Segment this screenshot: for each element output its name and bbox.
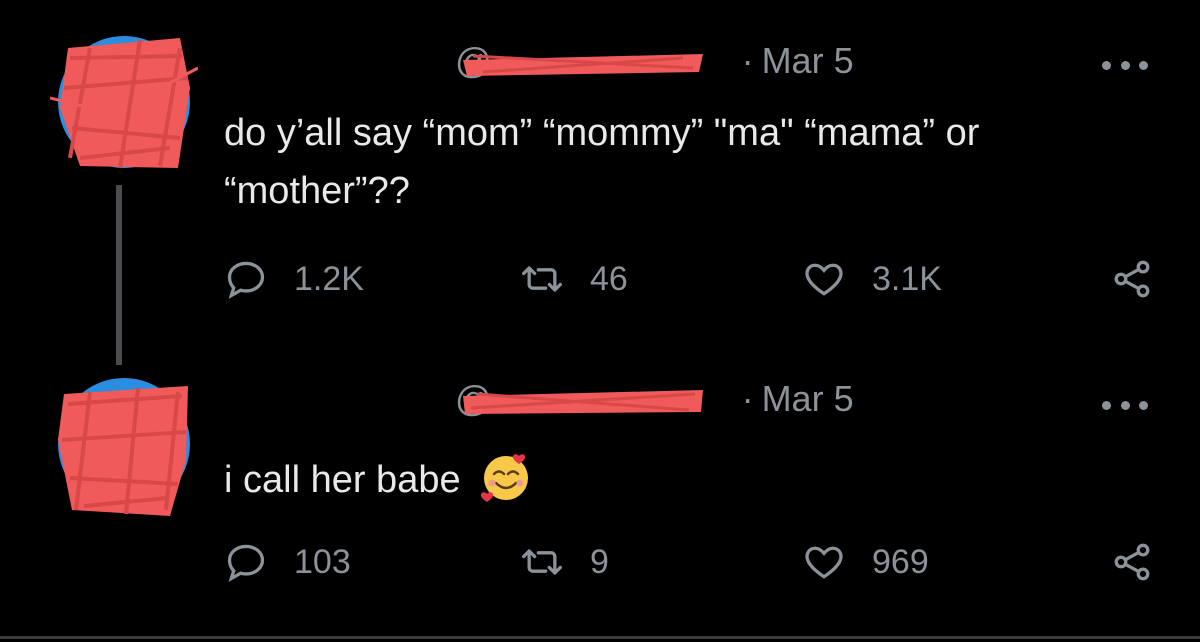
more-icon[interactable] <box>1102 55 1148 75</box>
like-button[interactable]: 969 <box>802 540 929 584</box>
like-icon <box>805 263 843 296</box>
retweet-count: 9 <box>590 542 609 581</box>
share-button[interactable] <box>1110 257 1154 301</box>
avatar[interactable] <box>50 28 198 176</box>
more-icon[interactable] <box>1102 395 1148 415</box>
retweet-count: 46 <box>590 259 628 298</box>
handle-redaction <box>463 390 703 414</box>
smiling-face-with-hearts-icon <box>481 454 529 502</box>
avatar[interactable] <box>50 370 198 518</box>
retweet-button[interactable]: 46 <box>520 257 628 301</box>
retweet-button[interactable]: 9 <box>520 540 609 584</box>
reply-count: 103 <box>294 542 351 581</box>
tweet-text: do y’all say “mom” “mommy” "ma" “mama” o… <box>224 112 980 212</box>
retweet-icon <box>522 549 562 575</box>
share-button[interactable] <box>1110 540 1154 584</box>
like-icon <box>805 546 843 579</box>
handle-redaction <box>463 54 703 76</box>
tweet-date[interactable]: Mar 5 <box>762 40 854 81</box>
share-icon <box>1114 543 1150 581</box>
tweet-header: @ · Mar 5 <box>455 40 854 82</box>
like-count: 969 <box>872 542 929 581</box>
tweet-actions: 103 9 969 <box>224 540 1154 590</box>
tweet-header: @ · Mar 5 <box>455 378 854 420</box>
like-count: 3.1K <box>872 259 942 298</box>
tweet-original[interactable]: @ · Mar 5 do y’all say “mom” “mommy” "ma"… <box>0 0 1200 365</box>
reply-icon <box>227 544 265 582</box>
tweet-actions: 1.2K 46 3.1K <box>224 257 1154 307</box>
like-button[interactable]: 3.1K <box>802 257 942 301</box>
share-icon <box>1114 260 1150 298</box>
tweet-text: i call her babe <box>224 450 1124 509</box>
reply-button[interactable]: 1.2K <box>224 257 364 301</box>
reply-button[interactable]: 103 <box>224 540 351 584</box>
tweet-reply[interactable]: @ · Mar 5 i call her babe 103 9 969 <box>0 340 1200 636</box>
handle[interactable]: @ <box>455 40 732 82</box>
divider <box>0 636 1200 639</box>
tweet-date[interactable]: Mar 5 <box>762 378 854 419</box>
handle[interactable]: @ <box>455 378 732 420</box>
retweet-icon <box>522 266 562 292</box>
reply-icon <box>227 261 265 299</box>
reply-count: 1.2K <box>294 259 364 298</box>
thread-connector-line <box>116 185 122 365</box>
